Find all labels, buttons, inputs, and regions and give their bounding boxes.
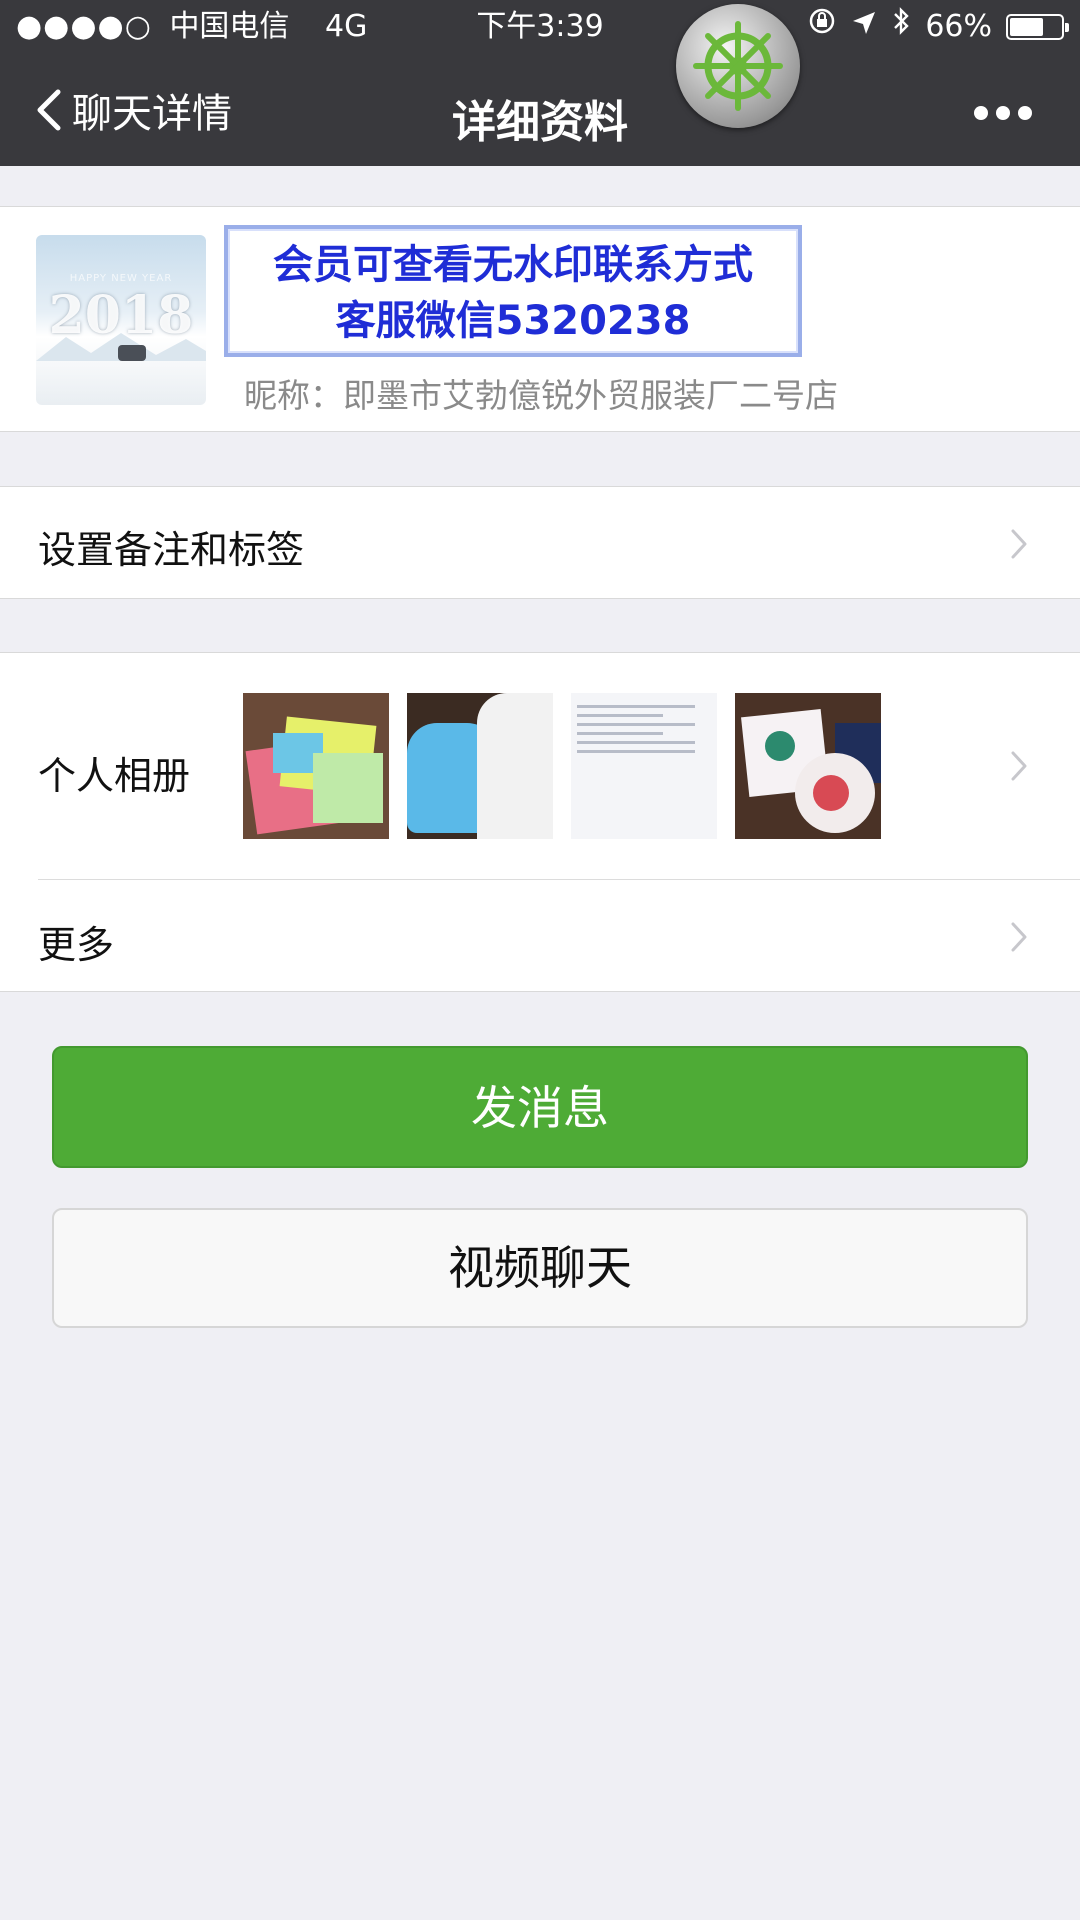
banner-line-2: 客服微信5320238	[335, 298, 691, 344]
avatar[interactable]: HAPPY NEW YEAR 2018	[36, 235, 206, 405]
watermark-banner: 会员可查看无水印联系方式 客服微信5320238	[224, 225, 802, 357]
battery-percent: 66%	[925, 9, 992, 44]
location-arrow-icon	[851, 0, 877, 54]
album-thumbnails	[243, 693, 881, 839]
album-thumbnail[interactable]	[243, 693, 389, 839]
nav-bar: 聊天详情 详细资料	[0, 54, 1080, 166]
status-bar: ●●●●○ 中国电信 4G 下午3:39 66%	[0, 0, 1080, 54]
bluetooth-icon	[891, 0, 911, 54]
page-title: 详细资料	[452, 97, 628, 148]
status-right: 66%	[807, 0, 1069, 54]
lock-rotation-icon	[807, 0, 837, 54]
album-thumbnail[interactable]	[571, 693, 717, 839]
album-thumbnail[interactable]	[407, 693, 553, 839]
more-label: 更多	[38, 923, 115, 967]
album-group: 个人相册 更多	[0, 652, 1080, 992]
chevron-right-icon	[1011, 529, 1027, 559]
battery-fill	[1010, 18, 1043, 36]
video-chat-button[interactable]: 视频聊天	[52, 1208, 1028, 1328]
chevron-right-icon	[1011, 922, 1027, 952]
top-bar: ●●●●○ 中国电信 4G 下午3:39 66% 聊天详情 详细资料	[0, 0, 1080, 166]
car-graphic	[118, 345, 146, 361]
chevron-right-icon	[1011, 751, 1027, 781]
remark-label: 设置备注和标签	[38, 528, 305, 572]
ship-wheel-icon[interactable]	[676, 4, 800, 128]
personal-album-row[interactable]: 个人相册	[0, 653, 1080, 879]
send-message-button[interactable]: 发消息	[52, 1046, 1028, 1168]
nickname: 昵称：即墨市艾勃億锐外贸服装厂二号店	[244, 376, 838, 415]
avatar-caption: HAPPY NEW YEAR	[69, 273, 173, 284]
profile-card: HAPPY NEW YEAR 2018 会员可查看无水印联系方式 客服微信532…	[0, 206, 1080, 432]
battery-icon	[1006, 14, 1069, 40]
avatar-year: 2018	[48, 285, 194, 346]
more-dots-icon[interactable]	[974, 106, 1032, 120]
set-remark-and-tags-row[interactable]: 设置备注和标签	[0, 486, 1080, 599]
banner-line-1: 会员可查看无水印联系方式	[273, 242, 753, 288]
album-label: 个人相册	[38, 754, 191, 798]
more-row[interactable]: 更多	[0, 880, 1080, 993]
album-thumbnail[interactable]	[735, 693, 881, 839]
